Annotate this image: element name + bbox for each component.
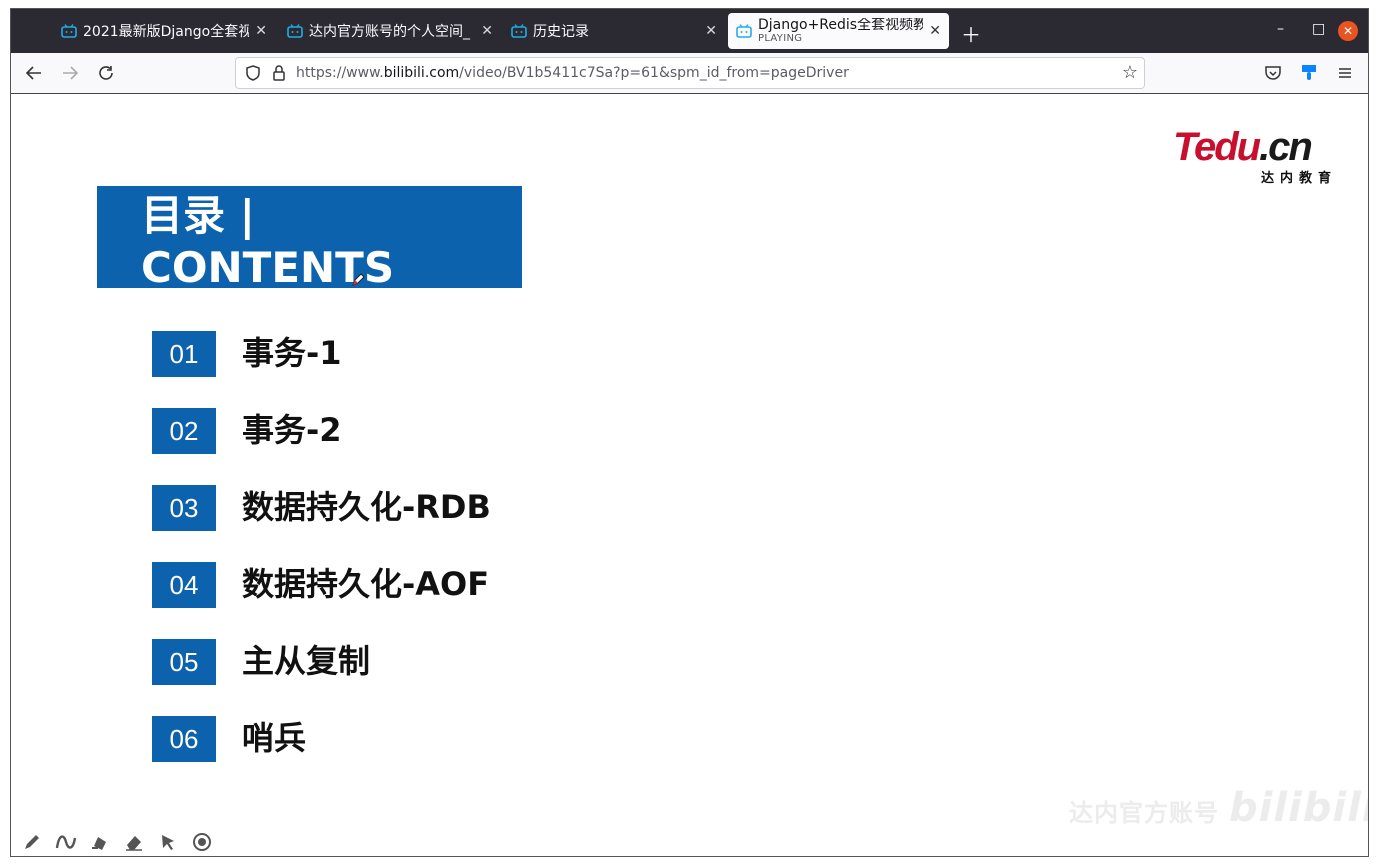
tab-title: 历史记录: [533, 24, 589, 40]
toc-label: 哨兵: [242, 719, 307, 757]
minimize-button[interactable]: –: [1277, 21, 1284, 37]
pocket-icon[interactable]: [1263, 63, 1283, 83]
close-icon[interactable]: ✕: [705, 23, 717, 39]
menu-icon[interactable]: [1335, 63, 1355, 83]
toc-number: 02: [152, 408, 216, 454]
lock-icon[interactable]: [270, 64, 288, 82]
maximize-button[interactable]: □: [1312, 21, 1325, 37]
forward-arrow-icon: [63, 66, 79, 80]
reload-icon: [99, 66, 113, 80]
toc-number: 06: [152, 716, 216, 762]
record-icon: [193, 833, 211, 851]
new-tab-button[interactable]: ＋: [961, 19, 981, 48]
record-tool-button[interactable]: [191, 831, 213, 853]
bilibili-icon: [61, 24, 77, 38]
tab-1[interactable]: 2021最新版Django全套视 ✕: [53, 13, 275, 49]
tab-2[interactable]: 达内官方账号的个人空间_ ✕: [279, 13, 501, 49]
tab-playing-label: PLAYING: [758, 33, 803, 45]
contents-banner: 目录 | CONTENTS: [97, 186, 522, 292]
toc-label: 事务-1: [242, 334, 342, 372]
tab-4-active[interactable]: Django+Redis全套视频教 PLAYING ✕: [728, 13, 949, 49]
url-text[interactable]: https://www.bilibili.com/video/BV1b5411c…: [296, 65, 849, 81]
address-bar[interactable]: https://www.bilibili.com/video/BV1b5411c…: [235, 57, 1145, 89]
toc-label: 主从复制: [242, 642, 371, 680]
pointer-icon: [162, 835, 174, 850]
navigation-bar: https://www.bilibili.com/video/BV1b5411c…: [11, 53, 1368, 94]
toc-item-03: 03 数据持久化-RDB: [152, 485, 491, 531]
bilibili-icon: [736, 24, 752, 38]
toc-item-04: 04 数据持久化-AOF: [152, 562, 489, 608]
back-arrow-icon: [25, 66, 41, 80]
browser-window: 2021最新版Django全套视 ✕ 达内官方账号的个人空间_ ✕ 历史记录 ✕…: [10, 8, 1369, 857]
toc-label: 事务-2: [242, 411, 342, 449]
pointer-tool-button[interactable]: [157, 831, 179, 853]
close-icon[interactable]: ✕: [255, 23, 267, 39]
highlighter-icon: [92, 837, 106, 850]
toc-item-01: 01 事务-1: [152, 331, 342, 377]
toc-label: 数据持久化-RDB: [242, 488, 491, 526]
bilibili-icon: [287, 24, 303, 38]
eraser-icon: [126, 836, 142, 851]
toc-number: 04: [152, 562, 216, 608]
toc-number: 03: [152, 485, 216, 531]
close-icon[interactable]: ✕: [481, 23, 493, 39]
toc-item-06: 06 哨兵: [152, 716, 306, 762]
forward-button[interactable]: [58, 61, 82, 85]
reload-button[interactable]: [94, 61, 118, 85]
toc-label: 数据持久化-AOF: [242, 565, 490, 603]
bookmark-star-icon[interactable]: ☆: [1122, 62, 1138, 83]
shield-icon[interactable]: [244, 64, 262, 82]
curve-tool-button[interactable]: [55, 831, 77, 853]
tab-title: Django+Redis全套视频教: [758, 17, 924, 33]
toc-item-02: 02 事务-2: [152, 408, 342, 454]
tab-3[interactable]: 历史记录 ✕: [503, 13, 725, 49]
bilibili-watermark: 达内官方账号 bilibili: [1069, 785, 1369, 831]
annotation-toolbar: [21, 831, 213, 853]
tab-title: 达内官方账号的个人空间_: [309, 24, 470, 40]
curve-icon: [55, 835, 77, 849]
extension-icon[interactable]: [1299, 63, 1319, 83]
tedu-logo: Tedu.cn 达内教育: [1173, 125, 1337, 186]
back-button[interactable]: [22, 61, 46, 85]
close-icon[interactable]: ✕: [929, 23, 941, 39]
toc-item-05: 05 主从复制: [152, 639, 370, 685]
window-close-button[interactable]: ✕: [1338, 21, 1358, 41]
toc-number: 05: [152, 639, 216, 685]
eraser-tool-button[interactable]: [123, 831, 145, 853]
video-frame[interactable]: Tedu.cn 达内教育 目录 | CONTENTS 01 事务-1 02 事务…: [11, 95, 1369, 856]
toc-number: 01: [152, 331, 216, 377]
bilibili-icon: [511, 24, 527, 38]
tab-strip: 2021最新版Django全套视 ✕ 达内官方账号的个人空间_ ✕ 历史记录 ✕…: [11, 9, 1368, 53]
tab-title: 2021最新版Django全套视: [83, 24, 250, 40]
pen-tool-button[interactable]: [21, 831, 43, 853]
pencil-icon: [25, 835, 39, 849]
highlighter-tool-button[interactable]: [89, 831, 111, 853]
pen-cursor-icon: [352, 273, 365, 286]
